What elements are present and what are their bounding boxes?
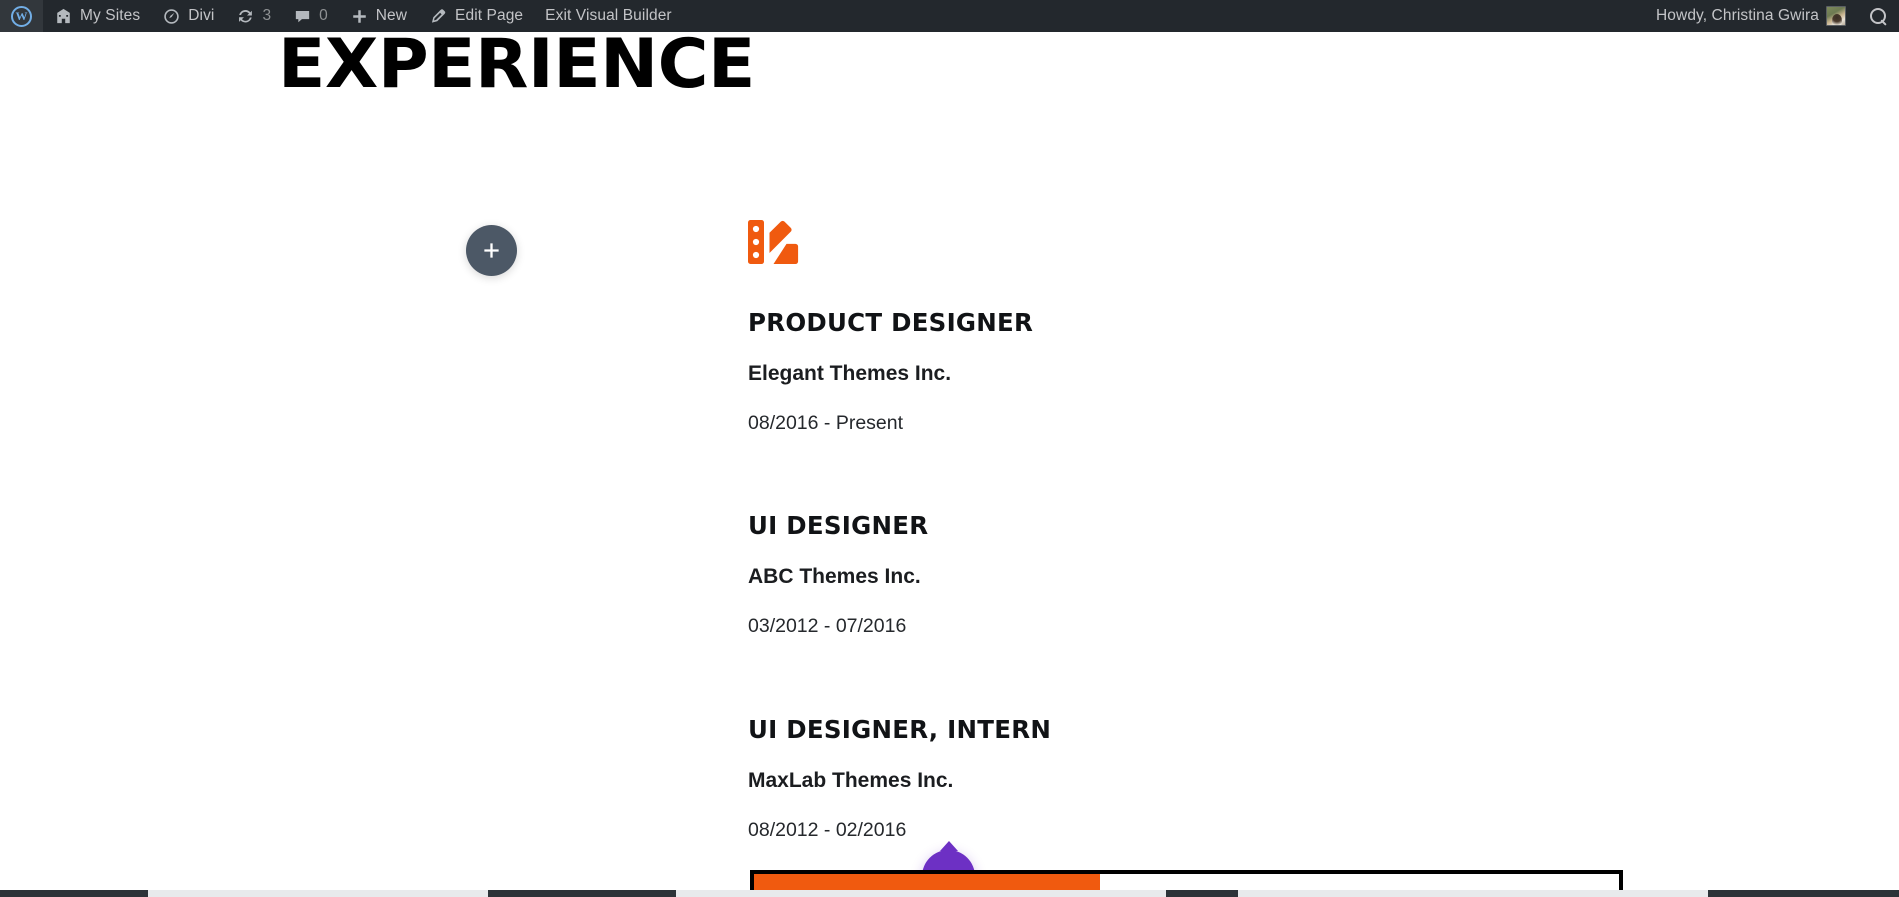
add-module-button[interactable] bbox=[466, 225, 517, 276]
multisite-buildings-icon bbox=[54, 7, 73, 26]
admin-bar-label-divi: Divi bbox=[188, 7, 215, 24]
admin-bar-item-divi[interactable]: Divi bbox=[151, 0, 225, 32]
admin-bar-howdy-label: Howdy, Christina Gwira bbox=[1656, 7, 1819, 24]
admin-bar-label-edit-page: Edit Page bbox=[455, 7, 524, 24]
admin-bar-item-wordpress-logo[interactable] bbox=[0, 0, 43, 32]
visual-builder-canvas: EXPERIENCE PRODUCT DESIGNER Elegant Them… bbox=[0, 32, 1899, 897]
entry-period: 08/2016 - Present bbox=[748, 412, 904, 435]
entry-period: 03/2012 - 07/2016 bbox=[748, 615, 907, 638]
comment-bubble-icon bbox=[293, 7, 312, 26]
entry-period: 08/2012 - 02/2016 bbox=[748, 819, 907, 842]
admin-bar-item-updates[interactable]: 3 bbox=[225, 0, 282, 32]
admin-bar-item-search[interactable] bbox=[1857, 0, 1899, 32]
progress-bar-fill bbox=[754, 874, 1100, 891]
admin-bar-item-my-account[interactable]: Howdy, Christina Gwira bbox=[1645, 0, 1857, 32]
divi-toolbar-segment bbox=[1238, 890, 1708, 897]
divi-toolbar-segment bbox=[676, 890, 1166, 897]
color-swatches-icon bbox=[746, 218, 800, 268]
resume-entry[interactable]: UI DESIGNER ABC Themes Inc. 03/2012 - 07… bbox=[748, 510, 928, 641]
admin-bar-left-group: My Sites Divi 3 0 New bbox=[0, 0, 683, 32]
plus-icon bbox=[350, 7, 369, 26]
resume-entry[interactable]: PRODUCT DESIGNER Elegant Themes Inc. 08/… bbox=[748, 307, 1033, 438]
admin-bar-right-group: Howdy, Christina Gwira bbox=[1645, 0, 1899, 32]
admin-bar-item-my-sites[interactable]: My Sites bbox=[43, 0, 151, 32]
entry-company: Elegant Themes Inc. bbox=[748, 361, 952, 385]
plus-icon bbox=[484, 243, 499, 258]
admin-bar-label-my-sites: My Sites bbox=[80, 7, 141, 24]
entry-role: PRODUCT DESIGNER bbox=[748, 308, 1034, 337]
entry-role: UI DESIGNER, INTERN bbox=[748, 715, 1052, 744]
admin-bar-label-new: New bbox=[375, 7, 408, 24]
updates-refresh-icon bbox=[236, 7, 255, 26]
divi-gauge-icon bbox=[162, 7, 181, 26]
entry-company: ABC Themes Inc. bbox=[748, 564, 921, 588]
wordpress-logo-icon bbox=[11, 5, 32, 27]
admin-bar-comments-count: 0 bbox=[319, 7, 328, 24]
search-icon bbox=[1868, 6, 1888, 26]
admin-bar-item-edit-page[interactable]: Edit Page bbox=[418, 0, 534, 32]
page-title: EXPERIENCE bbox=[278, 32, 755, 104]
entry-company: MaxLab Themes Inc. bbox=[748, 768, 954, 792]
divi-bottom-toolbar[interactable] bbox=[0, 890, 1899, 897]
divi-toolbar-segment bbox=[148, 890, 488, 897]
admin-bar-label-exit-visual-builder: Exit Visual Builder bbox=[545, 7, 672, 24]
admin-bar-item-comments[interactable]: 0 bbox=[282, 0, 339, 32]
admin-bar-item-exit-visual-builder[interactable]: Exit Visual Builder bbox=[534, 0, 683, 32]
resume-entry[interactable]: UI DESIGNER, INTERN MaxLab Themes Inc. 0… bbox=[748, 714, 1051, 845]
entry-role: UI DESIGNER bbox=[748, 511, 929, 540]
wp-admin-bar: My Sites Divi 3 0 New bbox=[0, 0, 1899, 32]
avatar bbox=[1826, 6, 1846, 26]
admin-bar-updates-count: 3 bbox=[262, 7, 272, 24]
pencil-edit-icon bbox=[429, 7, 448, 26]
admin-bar-item-new[interactable]: New bbox=[339, 0, 418, 32]
